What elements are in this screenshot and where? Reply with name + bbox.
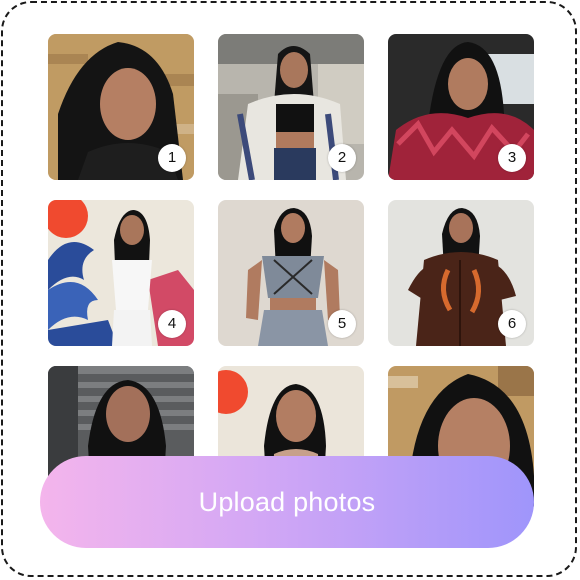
photo-tile-3[interactable]: 3 — [388, 34, 534, 180]
photo-tile-2[interactable]: 2 — [218, 34, 364, 180]
photo-order-badge: 4 — [158, 310, 186, 338]
upload-photos-button[interactable]: Upload photos — [40, 456, 534, 548]
photo-tile-1[interactable]: 1 — [48, 34, 194, 180]
photo-tile-5[interactable]: 5 — [218, 200, 364, 346]
photo-order-badge: 1 — [158, 144, 186, 172]
photo-order-badge: 5 — [328, 310, 356, 338]
photo-tile-4[interactable]: 4 — [48, 200, 194, 346]
photo-order-badge: 3 — [498, 144, 526, 172]
photo-order-badge: 2 — [328, 144, 356, 172]
photo-order-badge: 6 — [498, 310, 526, 338]
photo-tile-6[interactable]: 6 — [388, 200, 534, 346]
